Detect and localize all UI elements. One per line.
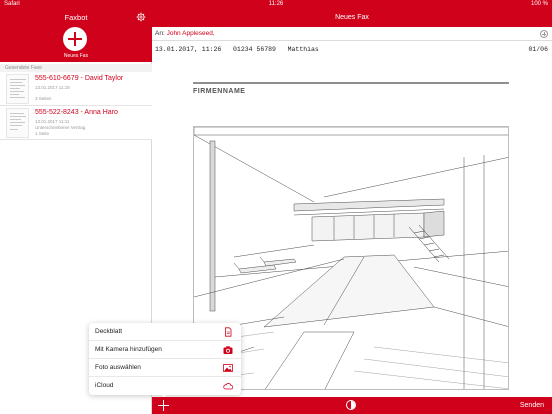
bottom-toolbar: Senden <box>152 397 552 414</box>
company-name: FIRMENNAME <box>193 88 246 95</box>
fax-thumbnail <box>6 74 29 104</box>
page-title: Neues Fax <box>152 9 552 27</box>
list-item[interactable]: 555-610-6679 - David Taylor 13.01.2017 1… <box>0 72 152 106</box>
menu-item-cover-page[interactable]: Deckblatt <box>89 323 241 341</box>
fax-item-title: 555-610-6679 - David Taylor <box>35 75 124 82</box>
menu-item-label: Deckblatt <box>95 328 123 335</box>
app-root: Safari 11:26 100 % Faxbot Neues Fax Gese… <box>0 0 552 414</box>
contrast-icon[interactable] <box>346 400 356 410</box>
menu-item-camera[interactable]: Mit Kamera hinzufügen <box>89 341 241 359</box>
fax-thumbnail <box>6 108 29 138</box>
add-icon[interactable] <box>157 399 170 412</box>
list-item[interactable]: 555-522-8243 - Anna Haro 13.01.2017 11:1… <box>0 106 152 140</box>
send-button[interactable]: Senden <box>520 397 544 414</box>
new-fax-button[interactable] <box>63 27 87 51</box>
fax-item-pages: 3 Seiten <box>35 96 52 101</box>
fax-header-line: 13.01.2017, 11:26 01234 56789 Matthias <box>155 46 319 53</box>
menu-item-label: iCloud <box>95 382 114 389</box>
new-fax-label: Neues Fax <box>63 53 89 59</box>
recipient-token[interactable]: John Appleseed, <box>167 30 215 37</box>
document-icon <box>225 327 232 337</box>
menu-item-label: Foto auswählen <box>95 364 141 371</box>
gear-icon[interactable] <box>136 12 146 22</box>
menu-item-label: Mit Kamera hinzufügen <box>95 346 162 353</box>
sent-faxes-section-header: Gesendete Faxe <box>0 64 152 72</box>
fax-item-title: 555-522-8243 - Anna Haro <box>35 109 118 116</box>
page-number: 01/06 <box>528 46 548 53</box>
recipient-label: An: <box>155 30 165 37</box>
fax-item-date: 13.01.2017 11:18 <box>35 85 70 90</box>
sidebar-title: Faxbot <box>64 13 88 22</box>
divider <box>193 82 509 84</box>
recipient-field[interactable]: An: John Appleseed, <box>152 27 552 41</box>
fax-item-note: Unterschriebener Vertrag <box>35 125 86 130</box>
cloud-icon <box>223 383 233 390</box>
photo-icon <box>223 364 233 372</box>
attachment-menu: Deckblatt Mit Kamera hinzufügen Foto aus… <box>89 323 241 395</box>
fax-item-date: 13.01.2017 11:11 <box>35 119 70 124</box>
status-bar: Safari 11:26 100 % <box>0 0 552 9</box>
fax-item-pages: 1 Seite <box>35 131 50 136</box>
add-recipient-icon[interactable] <box>540 30 548 38</box>
menu-item-choose-photo[interactable]: Foto auswählen <box>89 359 241 377</box>
status-time: 11:26 <box>268 1 284 7</box>
status-battery: 100 % <box>530 1 548 7</box>
sidebar-header: Faxbot Neues Fax <box>0 9 152 62</box>
camera-icon <box>223 346 233 354</box>
